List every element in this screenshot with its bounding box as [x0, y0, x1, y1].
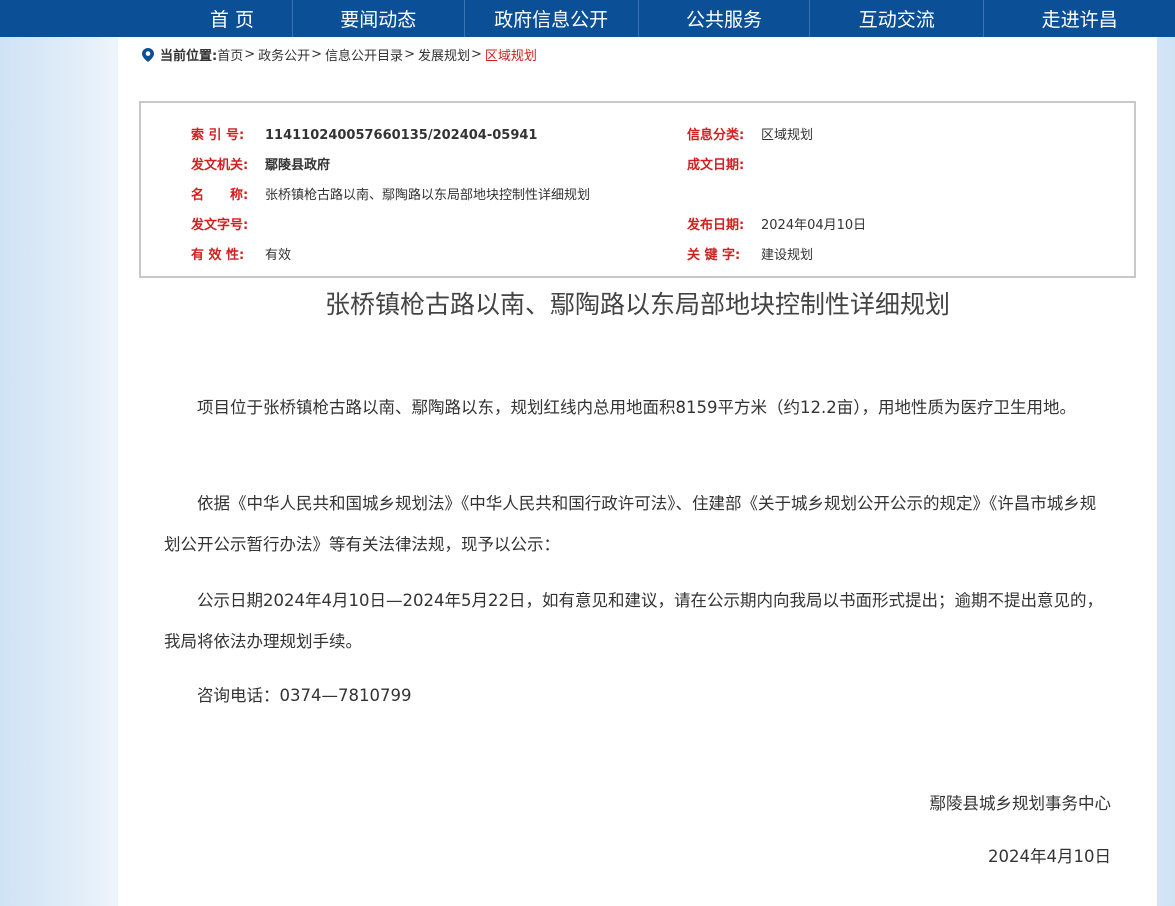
article-title: 张桥镇枪古路以南、鄢陶路以东局部地块控制性详细规划 [324, 290, 950, 319]
info-keywords: 关 键 字: 建设规划 [687, 244, 813, 263]
document-info-box: 索 引 号: 114110240057660135/202404-05941 信息… [139, 101, 1136, 278]
breadcrumb-separator: > [244, 47, 256, 62]
keywords-value: 建设规划 [761, 248, 814, 263]
publish-date-value: 2024年04月10日 [761, 218, 867, 233]
breadcrumb-dev-planning[interactable]: 发展规划 [418, 45, 470, 64]
info-name: 名 称: 张桥镇枪古路以南、鄢陶路以东局部地块控制性详细规划 [191, 184, 590, 203]
nav-news[interactable]: 要闻动态 [293, 0, 465, 37]
contact-phone: 咨询电话：0374—7810799 [197, 686, 412, 705]
article-paragraph: 项目位于张桥镇枪古路以南、鄢陶路以东，规划红线内总用地面积8159平方米（约12… [197, 398, 1076, 417]
breadcrumb-separator: > [311, 47, 323, 62]
breadcrumb: 当前位置: 首页 > 政务公开 > 信息公开目录 > 发展规划 > 区域规划 [142, 45, 537, 64]
publish-date-label: 发布日期: [687, 218, 745, 233]
info-issuer: 发文机关: 鄢陵县政府 [191, 154, 330, 173]
written-date-label: 成文日期: [687, 158, 745, 173]
nav-home[interactable]: 首 页 [0, 0, 293, 37]
category-value: 区域规划 [761, 128, 814, 143]
keywords-label: 关 键 字: [687, 248, 741, 263]
signature-organization: 鄢陵县城乡规划事务中心 [929, 794, 1112, 813]
validity-value: 有效 [265, 248, 292, 263]
info-doc-number: 发文字号: [191, 214, 265, 233]
info-category: 信息分类: 区域规划 [687, 124, 813, 143]
info-index: 索 引 号: 114110240057660135/202404-05941 [191, 124, 537, 143]
validity-label: 有 效 性: [191, 248, 245, 263]
name-value: 张桥镇枪古路以南、鄢陶路以东局部地块控制性详细规划 [265, 188, 591, 203]
issuer-label: 发文机关: [191, 158, 249, 173]
breadcrumb-separator: > [404, 47, 415, 62]
nav-about-xuchang[interactable]: 走进许昌 [984, 0, 1175, 37]
nav-public-service[interactable]: 公共服务 [639, 0, 811, 37]
nav-gov-info-public[interactable]: 政府信息公开 [465, 0, 639, 37]
breadcrumb-separator: > [470, 47, 482, 62]
info-written-date: 成文日期: [687, 154, 761, 173]
article-paragraph: 公示日期2024年4月10日—2024年5月22日，如有意见和建议，请在公示期内… [164, 591, 1103, 651]
index-label: 索 引 号: [191, 128, 245, 143]
location-pin-icon [142, 47, 154, 62]
doc-number-label: 发文字号: [191, 218, 249, 233]
main-navigation: 首 页 要闻动态 政府信息公开 公共服务 互动交流 走进许昌 [0, 0, 1175, 37]
name-label: 名 称: [191, 188, 249, 203]
index-value: 114110240057660135/202404-05941 [265, 128, 538, 143]
breadcrumb-home[interactable]: 首页 [217, 45, 243, 64]
breadcrumb-current[interactable]: 区域规划 [485, 45, 537, 64]
info-validity: 有 效 性: 有效 [191, 244, 291, 263]
breadcrumb-gov-affairs[interactable]: 政务公开 [258, 45, 310, 64]
breadcrumb-label: 当前位置: [160, 49, 218, 64]
main-content: 当前位置: 首页 > 政务公开 > 信息公开目录 > 发展规划 > 区域规划 索 引 号… [118, 37, 1157, 906]
nav-interaction[interactable]: 互动交流 [810, 0, 985, 37]
breadcrumb-info-catalog[interactable]: 信息公开目录 [325, 45, 403, 64]
article-paragraph: 依据《中华人民共和国城乡规划法》《中华人民共和国行政许可法》、住建部《关于城乡规… [164, 494, 1097, 554]
category-label: 信息分类: [687, 128, 745, 143]
info-publish-date: 发布日期: 2024年04月10日 [687, 214, 866, 233]
signature-date: 2024年4月10日 [988, 847, 1111, 866]
issuer-value: 鄢陵县政府 [265, 158, 331, 173]
